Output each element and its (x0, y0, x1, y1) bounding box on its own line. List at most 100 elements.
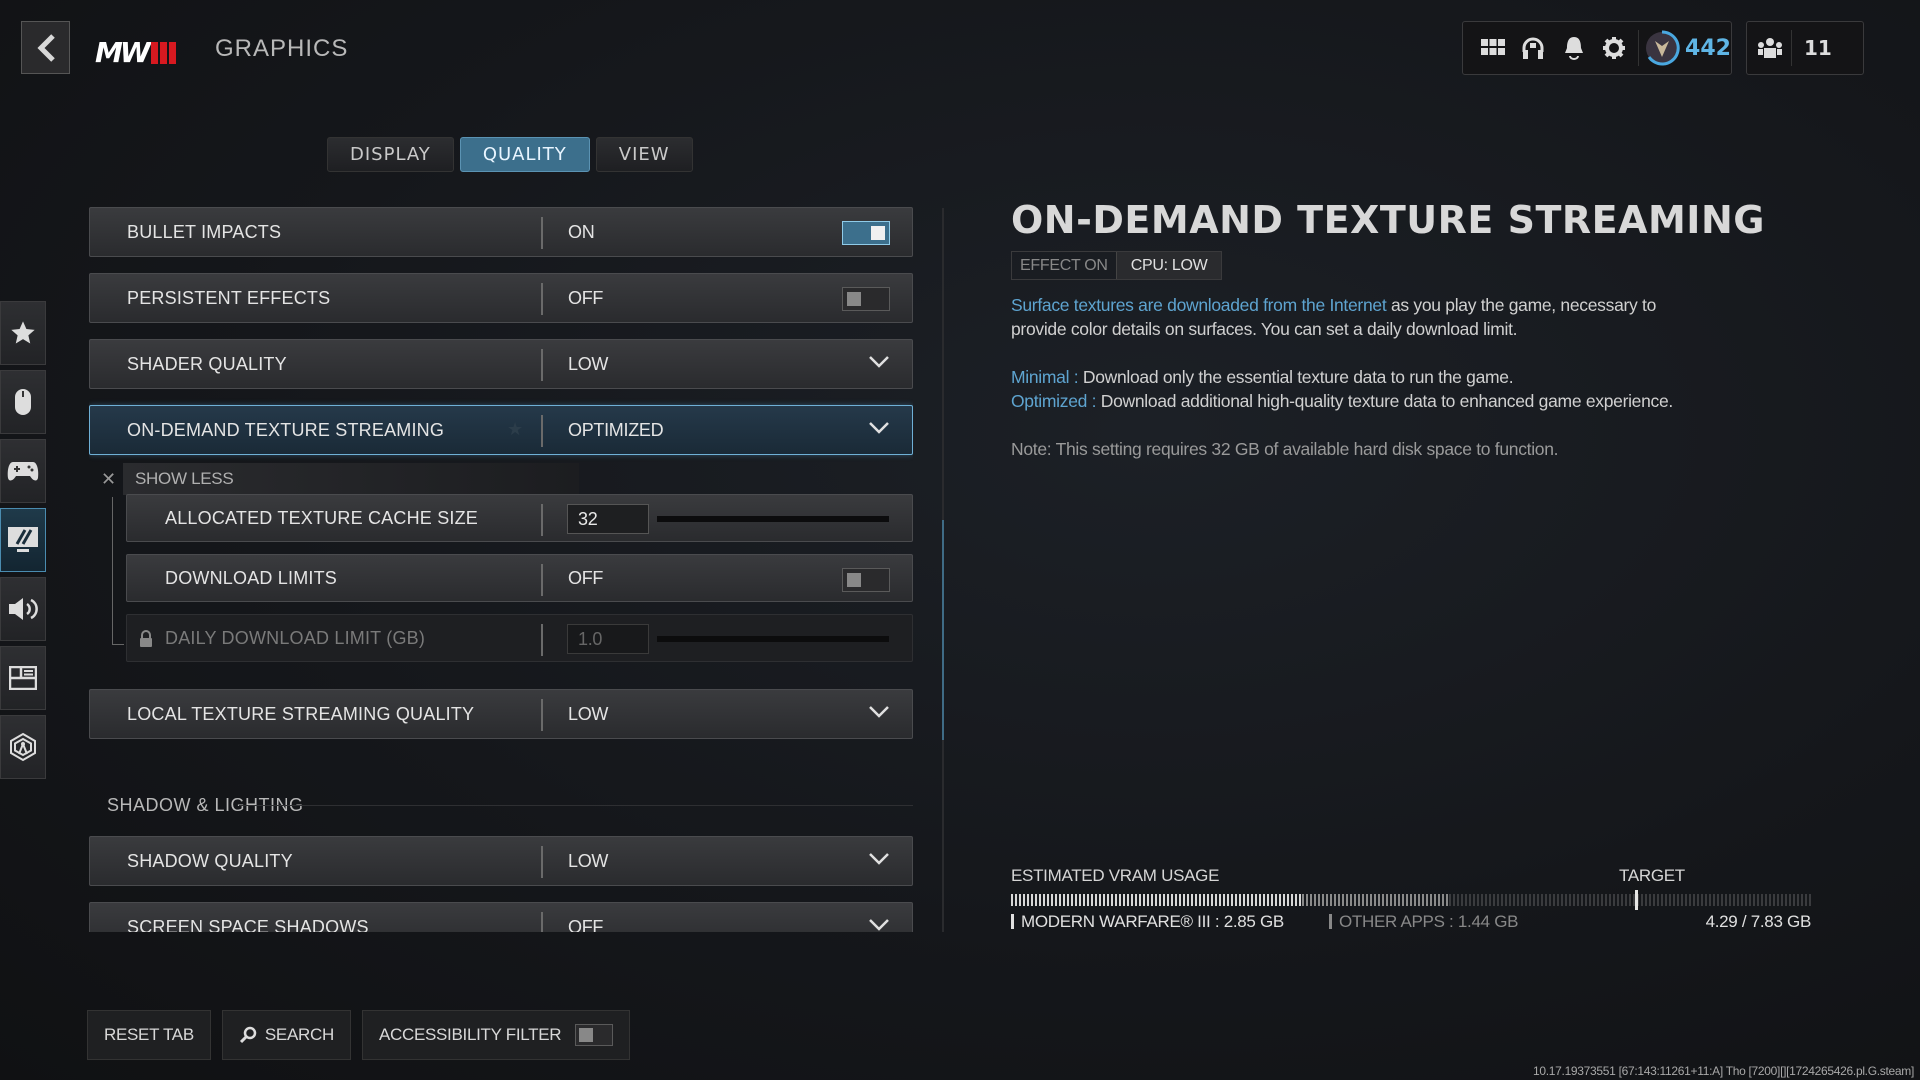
game-logo: MW (95, 36, 176, 69)
row-divider (541, 912, 543, 932)
setting-value: OFF (568, 287, 604, 308)
detail-title: ON-DEMAND TEXTURE STREAMING (1011, 198, 1765, 242)
tree-connector (112, 497, 113, 645)
cache-size-input[interactable]: 32 (567, 504, 649, 534)
setting-label: BULLET IMPACTS (127, 221, 282, 242)
setting-value: OFF (568, 567, 604, 588)
tab-display[interactable]: DISPLAY (327, 137, 454, 172)
effect-badge: EFFECT ON CPU: LOW (1011, 251, 1223, 280)
reset-tab-label: RESET TAB (104, 1025, 194, 1044)
headset-button[interactable] (1513, 28, 1553, 68)
vram-legend-other: OTHER APPS : 1.44 GB (1328, 912, 1518, 932)
vram-legend-game: MODERN WARFARE® III : 2.85 GB (1011, 912, 1284, 932)
close-icon: ✕ (101, 468, 117, 490)
tab-view[interactable]: VIEW (595, 137, 693, 172)
description-text-line2: provide color details on surfaces. You c… (1011, 319, 1518, 339)
grid-menu-icon (1481, 39, 1506, 55)
rail-item-interface[interactable] (0, 646, 46, 710)
player-rank[interactable]: 442 (1643, 29, 1731, 67)
bell-icon (1564, 37, 1583, 60)
row-divider (541, 283, 543, 315)
toggle-knob (871, 226, 885, 240)
setting-daily-download-limit: DAILY DOWNLOAD LIMIT (GB) 1.0 (126, 614, 913, 662)
setting-bullet-impacts[interactable]: BULLET IMPACTS ON (89, 207, 913, 257)
vram-segment-free (1449, 894, 1811, 906)
vram-bar (1011, 894, 1811, 906)
persistent-effects-toggle[interactable] (842, 287, 890, 311)
chevron-down-icon[interactable] (868, 421, 890, 435)
vram-target-label: TARGET (1619, 866, 1685, 885)
tab-quality[interactable]: QUALITY (459, 137, 590, 172)
back-button[interactable] (21, 21, 70, 74)
mouse-icon (15, 389, 31, 415)
rail-item-network[interactable] (0, 715, 46, 779)
chevron-down-icon[interactable] (868, 705, 890, 719)
download-limits-toggle[interactable] (842, 568, 890, 592)
party-divider (1791, 30, 1792, 66)
rail-item-favorites[interactable] (0, 301, 46, 365)
grid-menu-button[interactable] (1473, 28, 1513, 68)
rail-item-mouse[interactable] (0, 370, 46, 434)
build-version: 10.17.19373551 [67:143:11261+11:A] Tho [… (1533, 1064, 1914, 1078)
show-less-button[interactable]: ✕ SHOW LESS (101, 462, 579, 496)
detail-note: Note: This setting requires 32 GB of ava… (1011, 439, 1559, 459)
notifications-button[interactable] (1554, 28, 1594, 68)
row-divider (541, 846, 543, 878)
bullet-impacts-toggle[interactable] (842, 221, 890, 245)
toggle-knob (847, 292, 861, 306)
setting-value: OPTIMIZED (568, 419, 664, 440)
setting-allocated-texture-cache-size[interactable]: ALLOCATED TEXTURE CACHE SIZE 32 (126, 494, 913, 542)
setting-persistent-effects[interactable]: PERSISTENT EFFECTS OFF (89, 273, 913, 323)
network-icon (10, 732, 36, 762)
setting-local-texture-streaming-quality[interactable]: LOCAL TEXTURE STREAMING QUALITY LOW (89, 689, 913, 739)
scrollbar-thumb[interactable] (942, 520, 944, 740)
search-icon (239, 1026, 257, 1044)
rail-item-graphics[interactable] (0, 508, 46, 572)
daily-limit-input: 1.0 (567, 624, 649, 654)
row-divider (541, 217, 543, 249)
setting-shader-quality[interactable]: SHADER QUALITY LOW (89, 339, 913, 389)
accessibility-filter-toggle[interactable] (575, 1024, 614, 1046)
lock-icon (140, 630, 152, 647)
effect-label: EFFECT ON (1020, 257, 1108, 274)
row-divider (541, 504, 543, 536)
vram-label: ESTIMATED VRAM USAGE (1011, 866, 1220, 885)
party-widget[interactable]: 11 (1746, 21, 1864, 75)
rail-item-audio[interactable] (0, 577, 46, 641)
row-divider (541, 699, 543, 731)
chevron-down-icon[interactable] (868, 918, 890, 932)
vram-target-marker (1635, 890, 1638, 910)
row-divider (541, 624, 543, 656)
setting-screen-space-shadows[interactable]: SCREEN SPACE SHADOWS OFF (89, 902, 913, 932)
vram-segment-other (1302, 894, 1450, 906)
favorite-star-icon[interactable]: ★ (507, 419, 523, 440)
minimal-label: Minimal : (1011, 367, 1079, 387)
bottom-bar: RESET TAB SEARCH ACCESSIBILITY FILTER (87, 1010, 631, 1060)
rank-emblem-icon (1646, 30, 1680, 66)
rail-item-controller[interactable] (0, 439, 46, 503)
settings-button[interactable] (1594, 28, 1634, 68)
cache-size-slider[interactable] (657, 516, 889, 522)
headset-icon (1522, 37, 1544, 59)
setting-label: SCREEN SPACE SHADOWS (127, 916, 369, 933)
description-highlight: Surface textures are downloaded from the… (1011, 295, 1387, 315)
gamepad-icon (7, 462, 39, 481)
chevron-down-icon[interactable] (868, 355, 890, 369)
search-button[interactable]: SEARCH (221, 1010, 351, 1060)
accessibility-filter-button[interactable]: ACCESSIBILITY FILTER (361, 1010, 631, 1060)
speaker-icon (9, 598, 38, 620)
vram-segment-game (1011, 894, 1303, 906)
minimal-text: Download only the essential texture data… (1078, 367, 1514, 387)
chevron-down-icon[interactable] (868, 852, 890, 866)
settings-list: BULLET IMPACTS ON PERSISTENT EFFECTS OFF… (89, 207, 913, 932)
setting-shadow-quality[interactable]: SHADOW QUALITY LOW (89, 836, 913, 886)
settings-category-rail (0, 301, 46, 784)
setting-download-limits[interactable]: DOWNLOAD LIMITS OFF (126, 554, 913, 602)
setting-value: LOW (568, 703, 609, 724)
description-text: as you play the game, necessary to (1386, 295, 1657, 315)
setting-label: DOWNLOAD LIMITS (165, 567, 338, 588)
setting-on-demand-texture-streaming[interactable]: ON-DEMAND TEXTURE STREAMING ★ OPTIMIZED (89, 405, 913, 455)
reset-tab-button[interactable]: RESET TAB (87, 1010, 211, 1060)
accessibility-filter-label: ACCESSIBILITY FILTER (378, 1025, 562, 1044)
setting-value: LOW (568, 850, 609, 871)
